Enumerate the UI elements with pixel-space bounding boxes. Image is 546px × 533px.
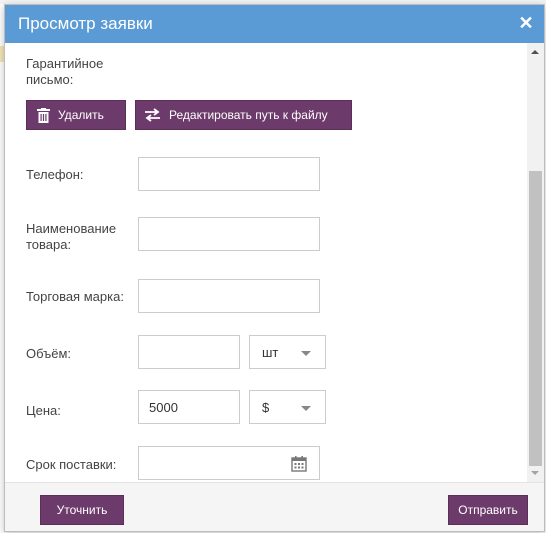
dialog-body: Гарантийное письмо: Удалить Редактироват… xyxy=(5,43,544,482)
dialog-title: Просмотр заявки xyxy=(18,14,153,33)
product-name-input[interactable] xyxy=(138,217,320,251)
calendar-icon[interactable] xyxy=(291,456,307,472)
chevron-down-icon xyxy=(301,406,311,411)
phone-label: Телефон: xyxy=(26,167,84,182)
volume-unit-value: шт xyxy=(262,345,279,360)
brand-label: Торговая марка: xyxy=(26,289,124,304)
send-button[interactable]: Отправить xyxy=(448,495,528,525)
dialog-scrollbar[interactable] xyxy=(527,43,544,482)
volume-input[interactable] xyxy=(138,335,240,369)
volume-label: Объём: xyxy=(26,346,72,361)
guarantee-letter-label: Гарантийное письмо: xyxy=(26,56,104,87)
edit-file-path-button-label: Редактировать путь к файлу xyxy=(169,108,328,122)
dialog-footer: Уточнить Отправить xyxy=(5,482,544,531)
price-input[interactable] xyxy=(138,390,240,424)
price-label: Цена: xyxy=(26,403,61,418)
product-name-label: Наименование товара: xyxy=(26,221,117,252)
delete-button-label: Удалить xyxy=(58,108,104,122)
brand-input[interactable] xyxy=(138,279,320,313)
close-icon[interactable]: ✕ xyxy=(516,13,536,33)
delete-button[interactable]: Удалить xyxy=(26,100,126,130)
send-button-label: Отправить xyxy=(458,503,518,517)
dialog-titlebar: Просмотр заявки ✕ xyxy=(5,5,544,43)
currency-value: $ xyxy=(262,400,270,415)
delivery-date-input[interactable] xyxy=(138,446,320,480)
clarify-button[interactable]: Уточнить xyxy=(40,495,124,525)
phone-input[interactable] xyxy=(138,157,320,191)
clarify-button-label: Уточнить xyxy=(56,503,108,517)
currency-select[interactable]: $ xyxy=(249,390,326,424)
swap-arrows-icon xyxy=(144,108,161,122)
scroll-down-arrow-icon[interactable] xyxy=(527,465,544,482)
scroll-up-arrow-icon[interactable] xyxy=(527,43,544,60)
delivery-date-label: Срок поставки: xyxy=(26,457,117,472)
scrollbar-thumb[interactable] xyxy=(529,171,542,466)
volume-unit-select[interactable]: шт xyxy=(249,335,326,369)
trash-icon xyxy=(37,107,50,123)
request-view-dialog: Просмотр заявки ✕ Гарантийное письмо: Уд… xyxy=(4,4,545,532)
chevron-down-icon xyxy=(301,351,311,356)
edit-file-path-button[interactable]: Редактировать путь к файлу xyxy=(135,100,352,130)
